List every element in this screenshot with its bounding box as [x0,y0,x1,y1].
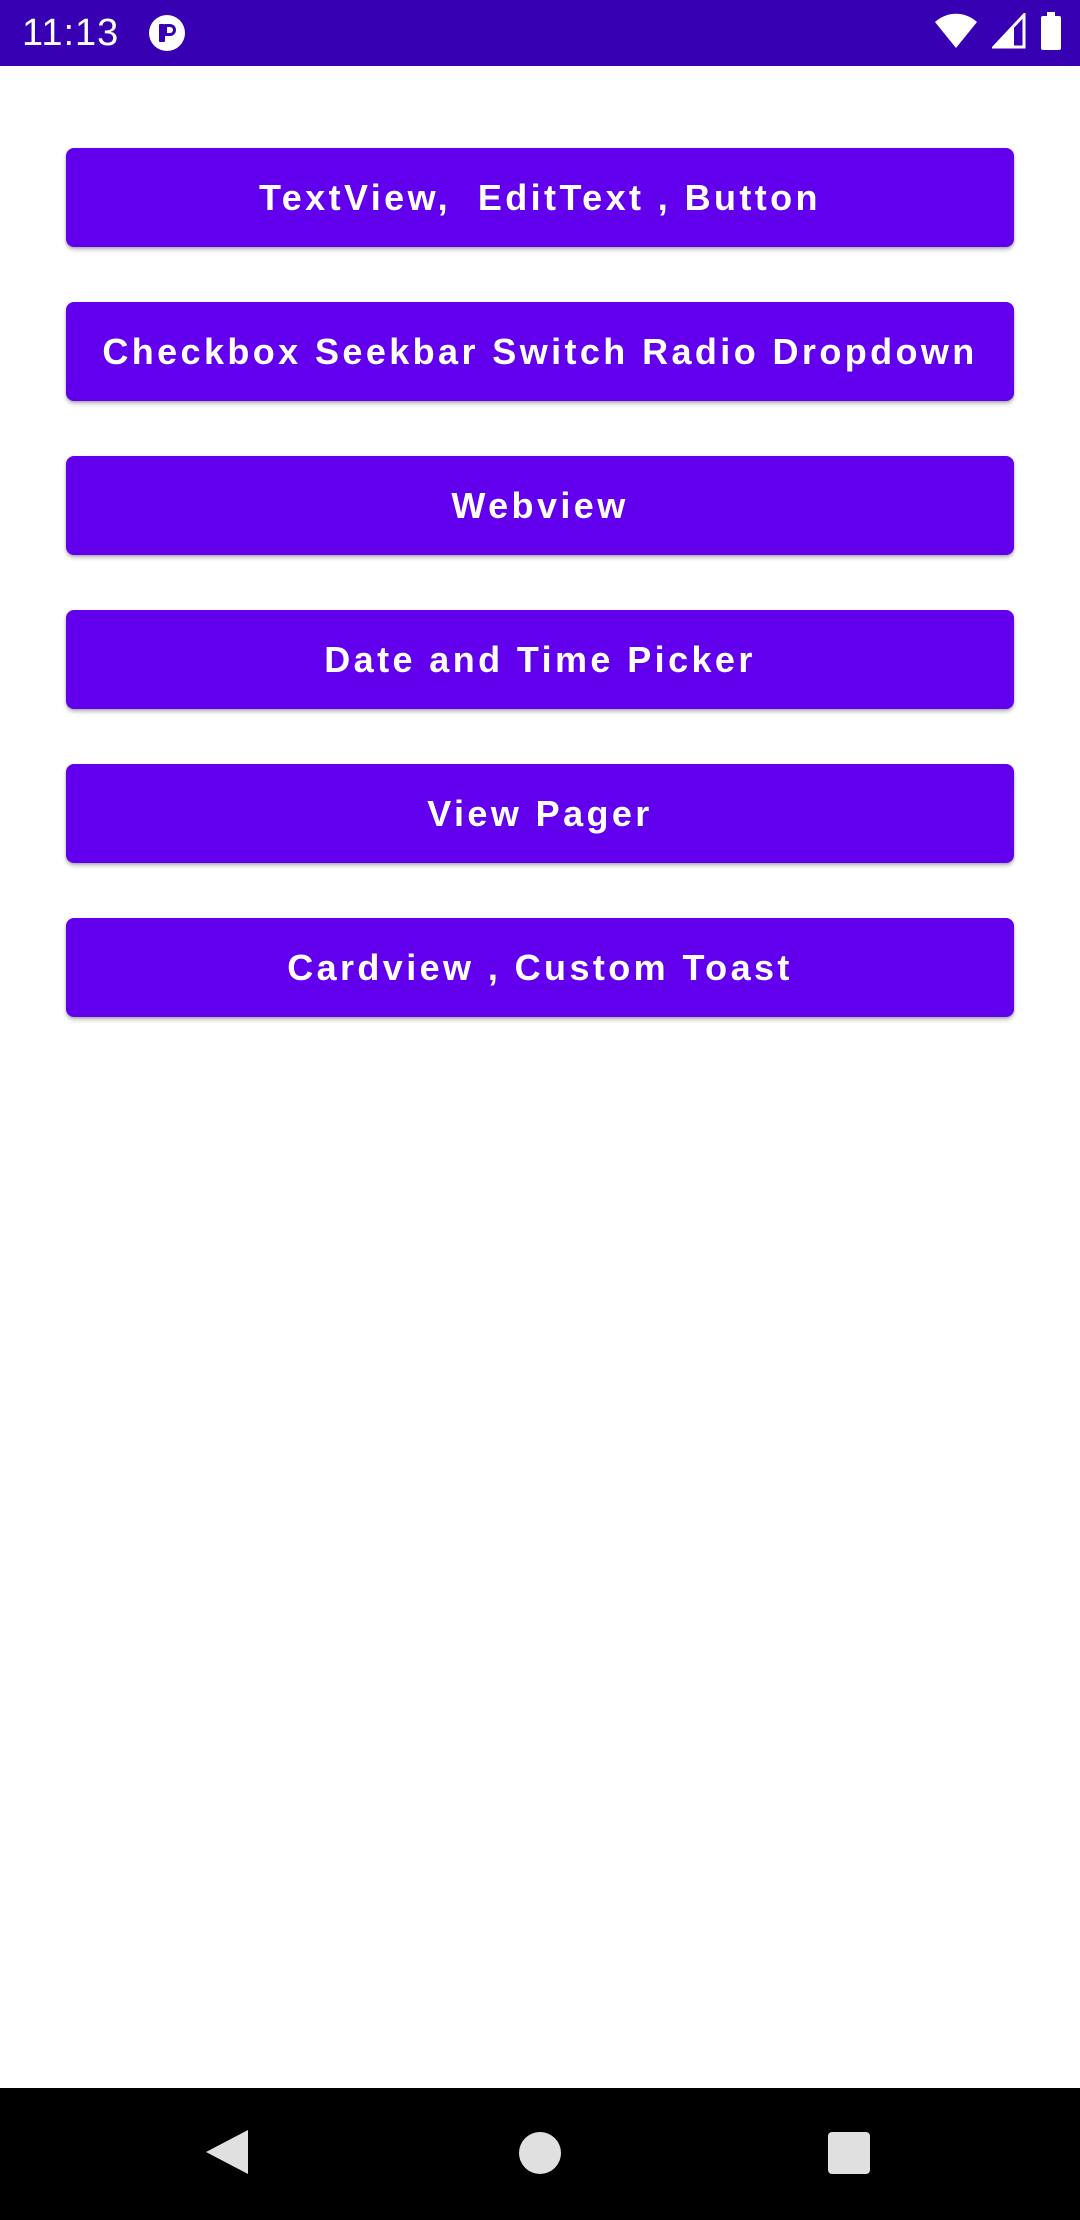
wifi-icon [934,13,978,54]
navigation-bar [0,2088,1080,2220]
checkbox-seekbar-switch-radio-dropdown-button[interactable]: Checkbox Seekbar Switch Radio Dropdown [66,302,1014,401]
main-content: TextView, EditText , Button Checkbox See… [0,66,1080,2088]
status-time: 11:13 [22,12,120,54]
cell-signal-icon [990,10,1026,54]
recents-square-icon[interactable] [828,2132,870,2174]
home-circle-icon[interactable] [519,2132,561,2174]
view-pager-button[interactable]: View Pager [66,764,1014,863]
cardview-custom-toast-button[interactable]: Cardview , Custom Toast [66,918,1014,1017]
status-bar: 11:13 [0,0,1080,66]
app-notification-icon [148,14,186,52]
status-icons [934,10,1062,55]
textview-edittext-button-button[interactable]: TextView, EditText , Button [66,148,1014,247]
battery-icon [1040,11,1062,55]
date-time-picker-button[interactable]: Date and Time Picker [66,610,1014,709]
back-triangle-icon[interactable] [204,2128,250,2176]
webview-button[interactable]: Webview [66,456,1014,555]
